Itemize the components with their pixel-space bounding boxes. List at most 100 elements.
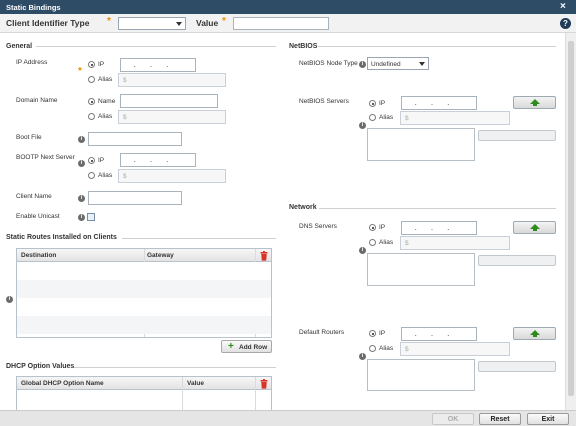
radio-label-name: Name [98, 98, 116, 105]
bootp-radio-ip[interactable] [88, 157, 95, 164]
trash-icon[interactable] [260, 379, 268, 389]
scrollbar-thumb[interactable] [568, 41, 574, 396]
dhcp-option-values-section-title: DHCP Option Values [6, 363, 75, 370]
required-star-icon: * [222, 16, 226, 27]
bootp-ip-input[interactable]: ... [120, 153, 196, 167]
routers-remove-button[interactable] [478, 361, 556, 372]
domain-name-input[interactable] [120, 94, 218, 108]
radio-label-alias: Alias [379, 345, 394, 352]
routers-radio-alias[interactable] [369, 345, 376, 352]
vertical-scrollbar[interactable] [565, 33, 576, 410]
chevron-down-icon [419, 62, 425, 66]
routers-add-button[interactable] [513, 327, 556, 340]
info-icon[interactable]: i [359, 353, 366, 360]
dns-radio-ip[interactable] [369, 224, 376, 231]
netbios-servers-list[interactable] [367, 128, 475, 161]
dns-servers-list[interactable] [367, 253, 475, 286]
dns-servers-label: DNS Servers [299, 223, 337, 230]
dns-add-server-button[interactable] [513, 221, 556, 234]
client-name-input[interactable] [88, 191, 182, 205]
info-icon[interactable]: i [359, 122, 366, 129]
bootp-radio-alias[interactable] [88, 172, 95, 179]
radio-label-alias: Alias [379, 239, 394, 246]
dhcp-options-table: Global DHCP Option Name Value [16, 376, 272, 411]
ip-address-radio-alias[interactable] [88, 76, 95, 83]
plus-icon: + [228, 341, 234, 352]
required-star-icon: * [78, 66, 82, 77]
window-title: Static Bindings [6, 3, 61, 12]
info-icon[interactable]: i [359, 247, 366, 254]
exit-button[interactable]: Exit [527, 413, 569, 425]
routers-radio-ip[interactable] [369, 330, 376, 337]
column-divider [182, 377, 183, 411]
client-identifier-type-select[interactable] [118, 17, 186, 30]
ip-address-input[interactable]: ... [120, 58, 196, 72]
bootp-alias-input[interactable]: $ [118, 169, 226, 183]
netbios-ip-input[interactable]: ... [401, 96, 477, 110]
dns-ip-input[interactable]: ... [401, 221, 477, 235]
value-label: Value [196, 18, 219, 28]
domain-name-alias-input[interactable]: $ [118, 110, 226, 124]
static-routes-section-title: Static Routes Installed on Clients [6, 234, 117, 241]
info-icon[interactable]: i [78, 214, 85, 221]
client-identifier-type-label: Client Identifier Type [6, 18, 90, 28]
form-content: General IP Address * IP ... Alias $ Doma… [0, 33, 565, 411]
domain-name-radio-name[interactable] [88, 98, 95, 105]
close-icon[interactable]: × [560, 1, 566, 12]
default-routers-list[interactable] [367, 359, 475, 391]
column-header-gateway: Gateway [147, 252, 174, 259]
dns-radio-alias[interactable] [369, 239, 376, 246]
radio-label-ip: IP [98, 61, 105, 68]
divider [74, 367, 276, 368]
reset-button[interactable]: Reset [479, 413, 521, 425]
radio-label-alias: Alias [379, 114, 394, 121]
boot-file-label: Boot File [16, 134, 42, 141]
column-header-destination: Destination [21, 252, 57, 259]
network-section-title: Network [289, 204, 317, 211]
info-icon[interactable]: i [78, 160, 85, 167]
ip-address-alias-input[interactable]: $ [118, 73, 226, 87]
netbios-node-type-label: NetBIOS Node Type [299, 60, 358, 67]
ip-address-radio-ip[interactable] [88, 61, 95, 68]
table-row [17, 280, 271, 298]
general-section-title: General [6, 43, 33, 50]
table-header: Global DHCP Option Name Value [17, 377, 271, 390]
domain-name-radio-alias[interactable] [88, 113, 95, 120]
client-name-label: Client Name [16, 193, 52, 200]
netbios-alias-input[interactable]: $ [400, 111, 510, 125]
radio-label-alias: Alias [98, 113, 113, 120]
boot-file-input[interactable] [88, 132, 182, 146]
radio-label-ip: IP [379, 224, 386, 231]
help-icon[interactable]: ? [560, 18, 571, 29]
routers-alias-input[interactable]: $ [400, 342, 510, 356]
dns-alias-input[interactable]: $ [400, 236, 510, 250]
add-row-button[interactable]: + Add Row [221, 340, 272, 353]
enable-unicast-checkbox[interactable] [87, 213, 95, 221]
info-icon[interactable]: i [6, 296, 13, 303]
divider [318, 46, 556, 47]
info-icon[interactable]: i [359, 61, 366, 68]
info-icon[interactable]: i [78, 195, 85, 202]
netbios-servers-label: NetBIOS Servers [299, 98, 349, 105]
netbios-node-type-select[interactable]: Undefined [367, 57, 429, 70]
column-header-value: Value [187, 380, 204, 387]
ok-button[interactable]: OK [432, 413, 474, 425]
trash-icon[interactable] [260, 251, 268, 261]
routers-ip-input[interactable]: ... [401, 327, 477, 341]
arrow-up-icon [529, 99, 540, 106]
divider [319, 208, 556, 209]
netbios-radio-alias[interactable] [369, 114, 376, 121]
radio-label-alias: Alias [98, 76, 113, 83]
value-input[interactable] [233, 17, 329, 30]
chevron-down-icon [176, 22, 182, 26]
netbios-radio-ip[interactable] [369, 100, 376, 107]
table-row [17, 316, 271, 334]
netbios-add-server-button[interactable] [513, 96, 556, 109]
netbios-remove-server-button[interactable] [478, 130, 556, 141]
radio-label-ip: IP [98, 157, 105, 164]
info-icon[interactable]: i [78, 136, 85, 143]
radio-label-ip: IP [379, 330, 386, 337]
radio-label-alias: Alias [98, 172, 113, 179]
dns-remove-server-button[interactable] [478, 255, 556, 266]
window-titlebar: Static Bindings × [0, 0, 576, 14]
